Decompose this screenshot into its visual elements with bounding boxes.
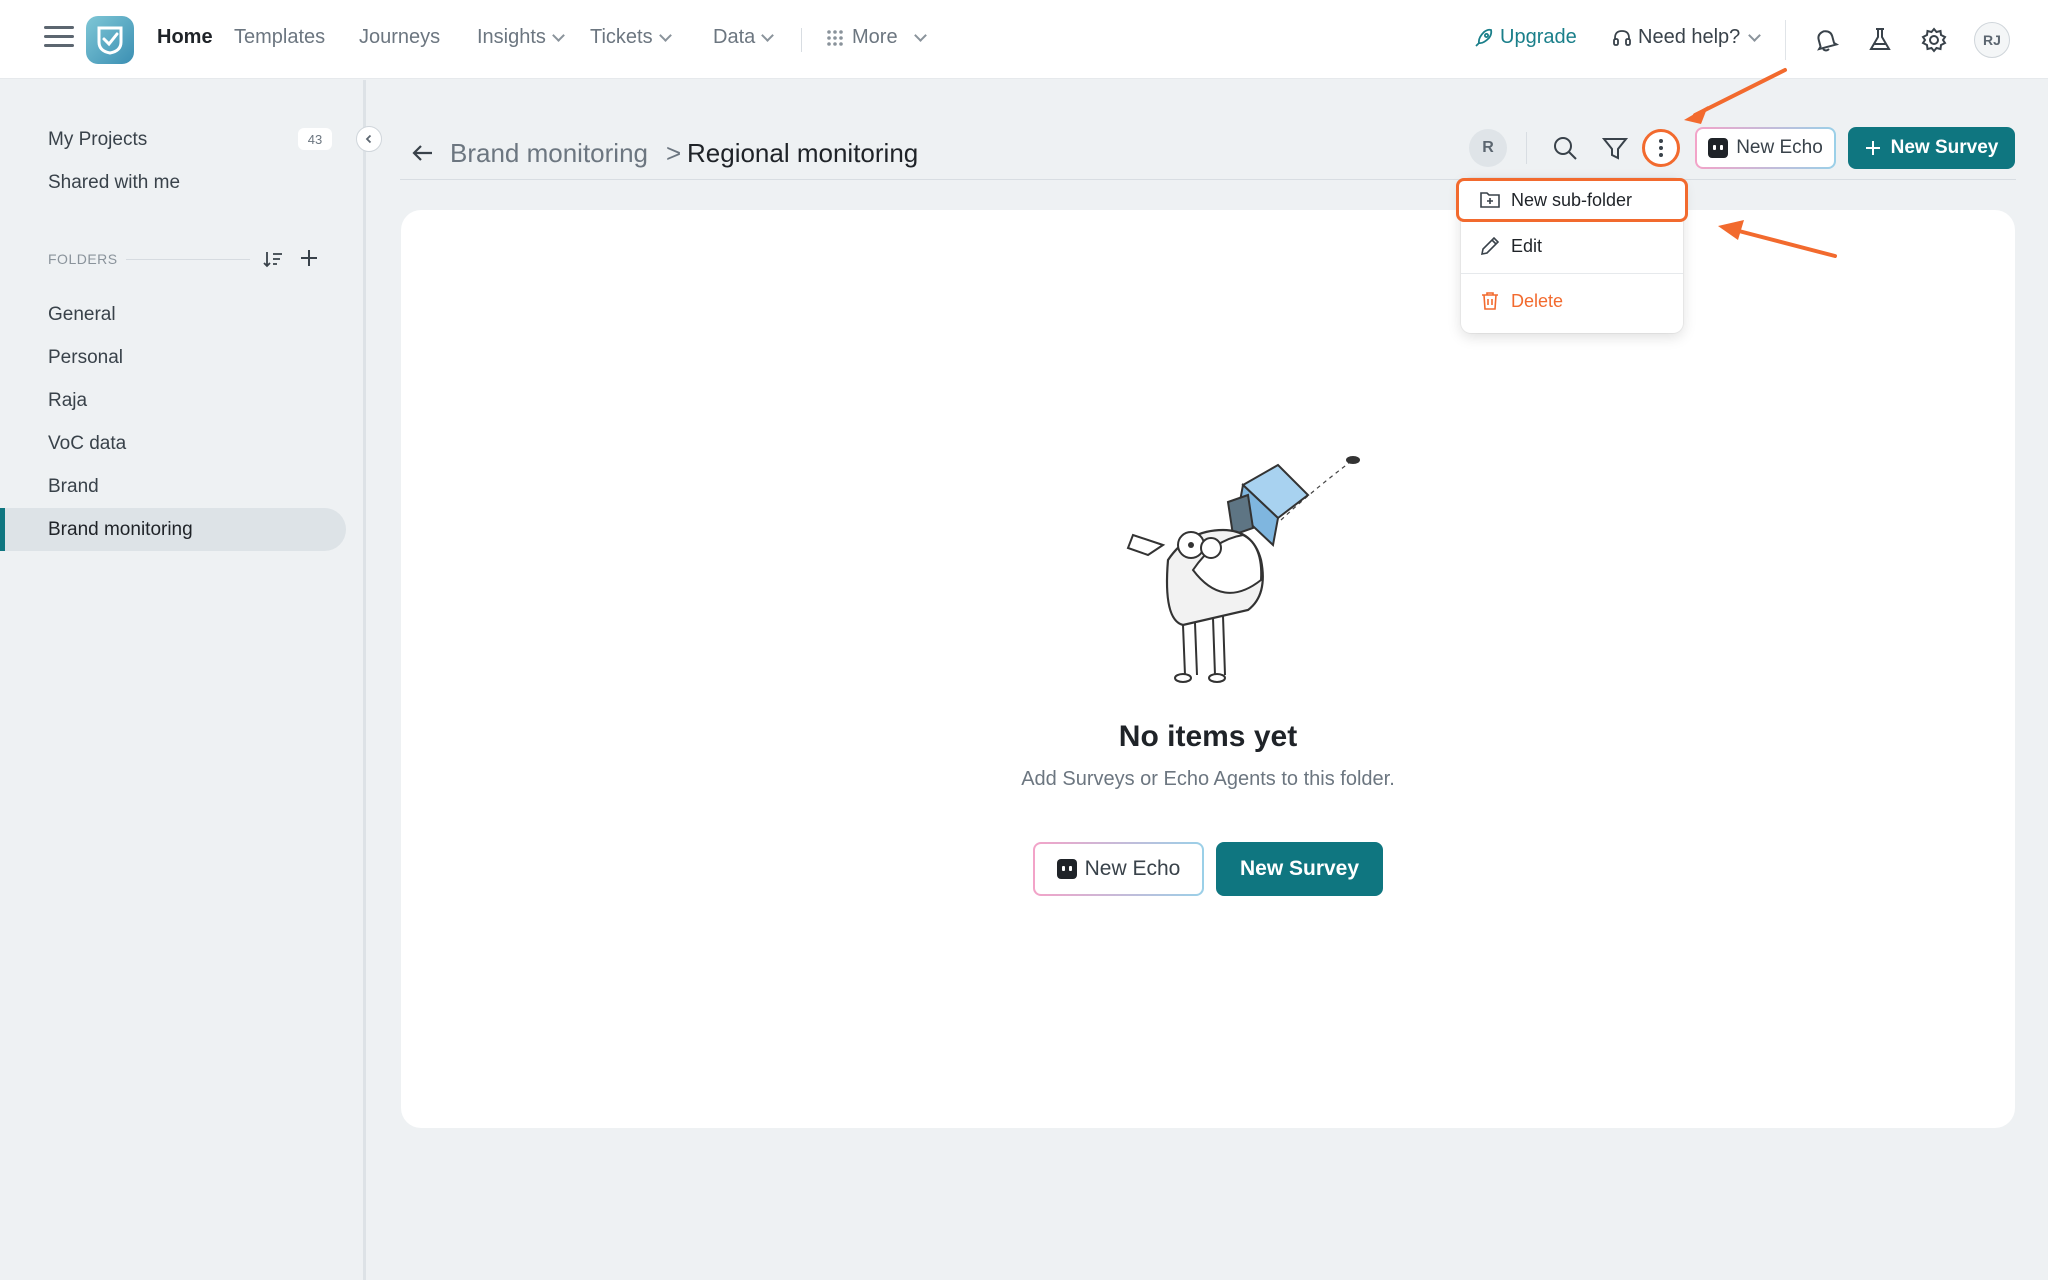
echo-robot-icon (1056, 859, 1077, 879)
topbar-divider (1785, 20, 1786, 60)
breadcrumb-parent[interactable]: Brand monitoring (450, 138, 648, 169)
back-arrow-icon[interactable] (410, 140, 436, 166)
header-divider (400, 179, 2016, 180)
chevron-down-icon (658, 28, 672, 42)
filter-icon[interactable] (1601, 134, 1629, 162)
folders-heading: FOLDERS (48, 251, 118, 267)
top-navigation-bar: Home Templates Journeys Insights Tickets… (0, 0, 2048, 79)
folders-divider (126, 259, 250, 260)
trash-icon (1482, 292, 1498, 310)
headset-icon (1613, 29, 1631, 46)
new-survey-button-header[interactable]: New Survey (1848, 127, 2015, 169)
pencil-icon (1480, 236, 1500, 256)
menu-divider (1461, 273, 1683, 274)
chevron-down-icon (913, 28, 927, 42)
folder-plus-icon (1480, 192, 1500, 208)
rocket-icon (1475, 28, 1493, 47)
need-help-dropdown[interactable]: Need help? (1612, 26, 1762, 49)
folder-item-raja[interactable]: Raja (0, 379, 346, 422)
folder-item-general[interactable]: General (0, 293, 346, 336)
new-survey-button[interactable]: New Survey (1216, 842, 1383, 896)
chevron-down-icon (1748, 28, 1762, 42)
bell-icon[interactable] (1812, 26, 1840, 54)
folder-options-menu: New sub-folder Edit Delete (1456, 178, 1688, 333)
collapse-sidebar-button[interactable] (356, 126, 382, 152)
sort-icon[interactable] (262, 248, 284, 270)
folder-content-card: No items yet Add Surveys or Echo Agents … (401, 210, 2015, 1128)
member-avatar[interactable]: R (1469, 129, 1507, 167)
empty-state-subtitle: Add Surveys or Echo Agents to this folde… (1021, 768, 1395, 790)
hamburger-menu-icon[interactable] (44, 26, 74, 52)
header-toolbar-divider (1526, 132, 1527, 164)
folder-item-personal[interactable]: Personal (0, 336, 346, 379)
menu-item-new-sub-folder[interactable]: New sub-folder (1456, 178, 1688, 222)
nav-tickets[interactable]: Tickets (590, 26, 672, 49)
grid-dots-icon (827, 29, 843, 46)
empty-state-title: No items yet (1118, 720, 1298, 753)
nav-journeys[interactable]: Journeys (359, 26, 440, 49)
search-icon[interactable] (1551, 134, 1579, 162)
upgrade-link[interactable]: Upgrade (1474, 26, 1577, 49)
page-title: Regional monitoring (687, 138, 919, 168)
sidebar-shared-with-me[interactable]: Shared with me (48, 172, 180, 194)
chevron-down-icon (552, 28, 565, 42)
folder-item-brand-monitoring[interactable]: Brand monitoring (0, 508, 346, 551)
user-avatar[interactable]: RJ (1974, 22, 2010, 58)
sidebar-my-projects[interactable]: My Projects (48, 129, 147, 151)
more-options-button[interactable] (1642, 129, 1680, 167)
chevron-down-icon (761, 28, 775, 42)
chevron-left-icon (365, 134, 372, 144)
nav-insights[interactable]: Insights (477, 26, 565, 49)
projects-count-badge: 43 (298, 128, 332, 150)
sidebar: My Projects 43 Shared with me FOLDERS Ge… (0, 80, 366, 1280)
menu-item-edit[interactable]: Edit (1461, 224, 1683, 268)
nav-home[interactable]: Home (157, 26, 213, 49)
nav-templates[interactable]: Templates (234, 26, 325, 49)
folder-item-brand[interactable]: Brand (0, 465, 346, 508)
breadcrumb-separator: > (666, 138, 682, 168)
plus-icon (1865, 141, 1880, 155)
flask-icon[interactable] (1866, 26, 1894, 54)
folder-item-voc-data[interactable]: VoC data (0, 422, 346, 465)
gear-icon[interactable] (1920, 26, 1948, 54)
new-echo-button[interactable]: New Echo (1033, 842, 1204, 896)
nav-data[interactable]: Data (713, 26, 775, 49)
empty-state-illustration (1126, 456, 1360, 683)
add-folder-icon[interactable] (298, 247, 320, 269)
new-echo-button-header[interactable]: New Echo (1695, 127, 1836, 169)
echo-robot-icon (1708, 138, 1729, 158)
nav-divider (801, 28, 802, 52)
kebab-menu-icon (1659, 139, 1663, 157)
app-logo[interactable] (86, 16, 134, 64)
nav-more[interactable]: More (826, 26, 927, 49)
menu-item-delete[interactable]: Delete (1461, 279, 1683, 323)
